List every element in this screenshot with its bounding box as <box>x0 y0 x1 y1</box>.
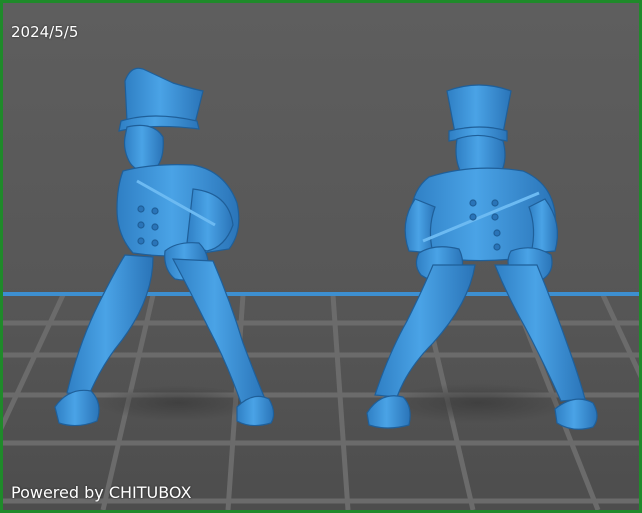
shadow-right <box>383 383 573 423</box>
date-label: 2024/5/5 <box>11 23 79 41</box>
soldier-figure-left[interactable] <box>54 67 275 427</box>
chitubox-viewport[interactable]: 2024/5/5 Powered by CHITUBOX <box>0 0 642 513</box>
3d-scene[interactable] <box>3 3 639 510</box>
powered-by-watermark: Powered by CHITUBOX <box>11 483 192 502</box>
soldier-figure-right[interactable] <box>366 84 598 430</box>
shadow-left <box>98 385 258 421</box>
